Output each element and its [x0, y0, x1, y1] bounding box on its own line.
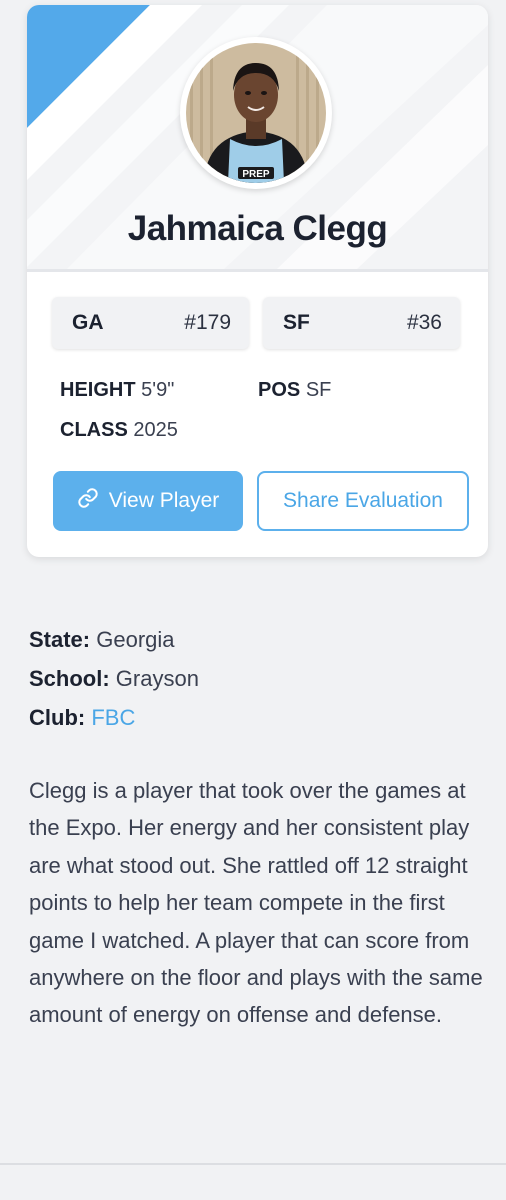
class-label: CLASS — [60, 419, 128, 441]
view-player-label: View Player — [108, 489, 220, 512]
evaluation-text: Clegg is a player that took over the gam… — [29, 778, 483, 1028]
state-value: Georgia — [96, 627, 175, 652]
player-card: PREP Jahmaica Clegg GA #179 SF #36 HEIGH… — [27, 5, 488, 557]
school-detail: School: Grayson — [29, 666, 199, 692]
class-info: CLASS 2025 — [60, 419, 178, 442]
position-rank-label: SF — [283, 311, 310, 334]
card-header: PREP Jahmaica Clegg — [27, 5, 488, 269]
player-name: Jahmaica Clegg — [127, 209, 388, 248]
link-icon — [77, 487, 99, 515]
bottom-divider — [0, 1163, 506, 1165]
jersey-text: PREP — [242, 169, 270, 180]
state-rank-value: #179 — [184, 311, 231, 334]
page: PREP Jahmaica Clegg GA #179 SF #36 HEIGH… — [0, 0, 506, 1200]
pos-value: SF — [305, 379, 332, 401]
height-value: 5'9" — [141, 379, 175, 401]
height-label: HEIGHT — [60, 379, 136, 401]
state-rank-box: GA #179 — [52, 297, 249, 349]
state-label: State: — [29, 627, 91, 652]
view-player-button[interactable]: View Player — [53, 471, 243, 531]
share-evaluation-button[interactable]: Share Evaluation — [257, 471, 469, 531]
position-rank-value: #36 — [406, 311, 442, 334]
height-info: HEIGHT 5'9" — [60, 379, 174, 402]
class-value: 2025 — [133, 419, 178, 441]
state-rank-label: GA — [72, 311, 104, 334]
school-label: School: — [29, 666, 110, 691]
school-value: Grayson — [115, 666, 199, 691]
state-detail: State: Georgia — [29, 627, 175, 653]
club-link[interactable]: FBC — [91, 705, 135, 730]
player-photo: PREP — [186, 43, 326, 183]
position-info: POS SF — [258, 379, 331, 402]
pos-label: POS — [258, 379, 301, 401]
player-avatar: PREP — [180, 37, 332, 189]
position-rank-box: SF #36 — [263, 297, 460, 349]
club-label: Club: — [29, 705, 86, 730]
club-detail: Club: FBC — [29, 705, 135, 731]
header-divider — [27, 269, 488, 272]
